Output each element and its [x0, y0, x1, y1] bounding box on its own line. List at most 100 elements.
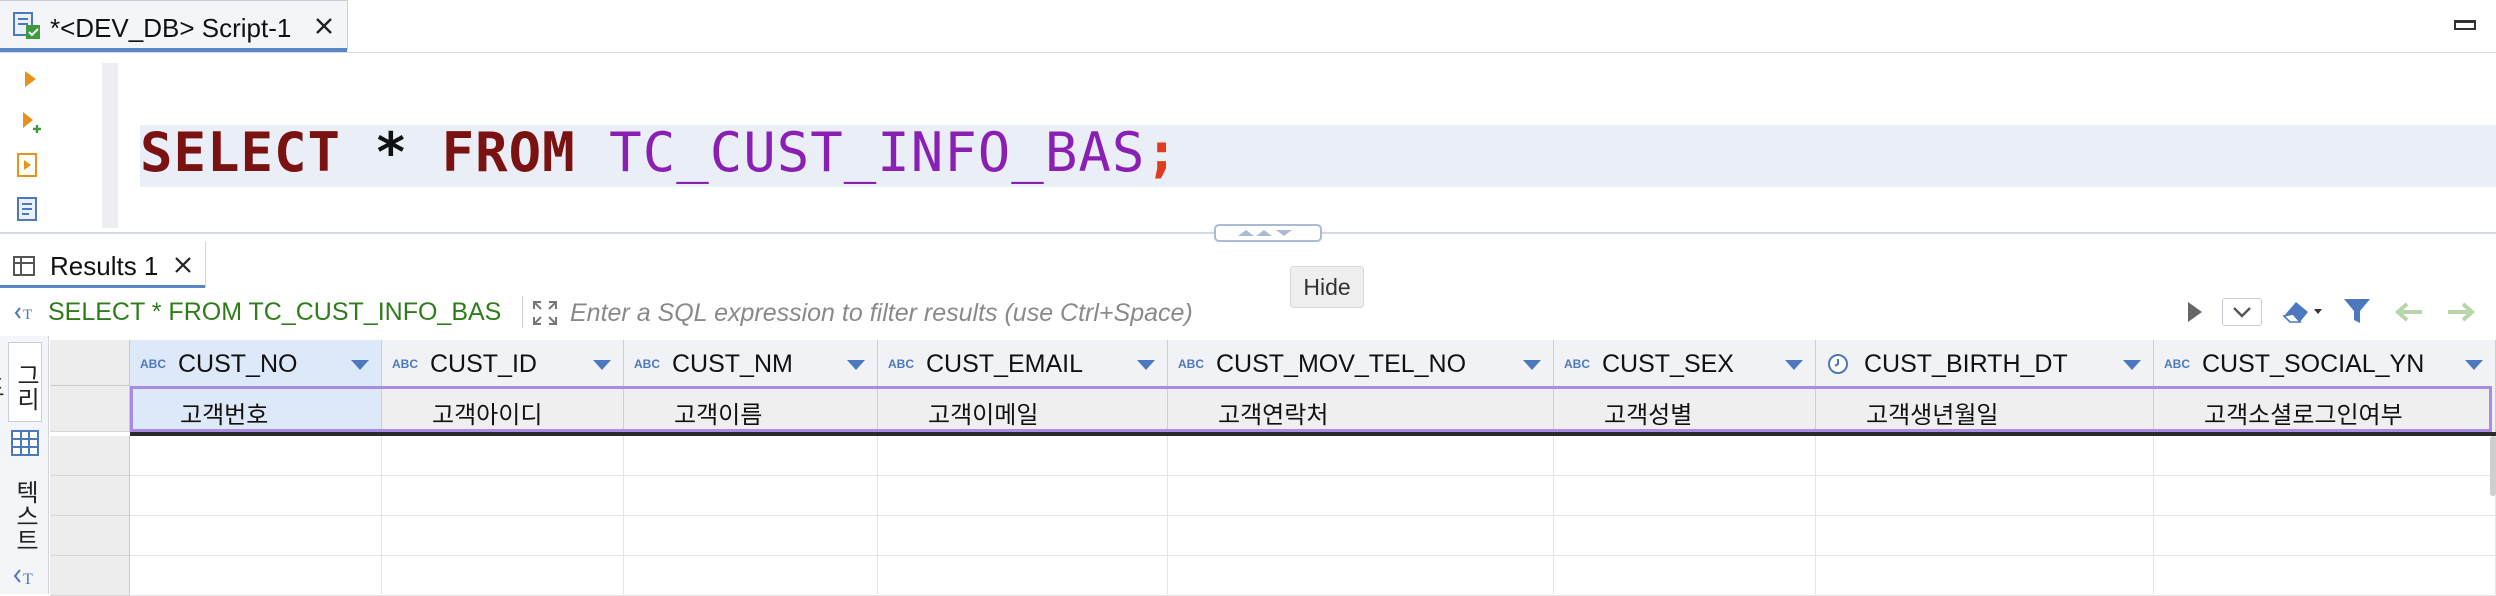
sort-dropdown-icon[interactable]: [351, 360, 369, 370]
expand-icon[interactable]: [530, 298, 560, 328]
cell-value: 고객생년월일: [1866, 401, 1999, 429]
table-cell[interactable]: 고객소셜로그인여부: [2154, 386, 2496, 432]
chevron-down-icon: [2233, 307, 2251, 318]
row-header[interactable]: [50, 386, 130, 432]
minimize-icon[interactable]: [2454, 20, 2476, 30]
cell-value: 고객이메일: [928, 401, 1039, 429]
column-header[interactable]: CUST_BIRTH_DT: [1816, 340, 2154, 386]
editor-tab-bar: *<DEV_DB> Script-1: [0, 0, 2496, 54]
grid-view-label: 그리드: [0, 363, 39, 411]
column-gridline: [1553, 436, 1554, 594]
grid-icon: [13, 256, 35, 276]
clock-icon: [1828, 354, 1848, 374]
column-name: CUST_NM: [672, 350, 793, 378]
results-tab-label: Results 1: [50, 251, 159, 281]
sort-dropdown-icon[interactable]: [1785, 360, 1803, 370]
view-mode-tabs: 그리드 텍스트 T: [0, 336, 49, 594]
close-icon[interactable]: [312, 14, 336, 38]
vertical-scrollbar[interactable]: [2490, 436, 2496, 496]
tab-title: *<DEV_DB> Script-1: [50, 13, 292, 43]
column-gridline: [1167, 436, 1168, 594]
column-header[interactable]: ABC CUST_NO: [130, 340, 382, 386]
string-type-icon: ABC: [1178, 357, 1204, 371]
table-cell[interactable]: 고객번호: [130, 386, 382, 432]
text-view-label: 텍스트: [11, 480, 38, 552]
tab-results-1[interactable]: Results 1: [0, 242, 206, 289]
column-gridline: [2153, 436, 2154, 594]
active-tab-indicator: [0, 48, 347, 52]
table-cell[interactable]: 고객이메일: [878, 386, 1168, 432]
filter-funnel-icon[interactable]: [2340, 294, 2374, 328]
clear-filter-icon[interactable]: [2278, 294, 2326, 328]
column-name: CUST_MOV_TEL_NO: [1216, 350, 1467, 378]
sql-editor[interactable]: SELECT * FROM TC_CUST_INFO_BAS;: [0, 53, 2496, 233]
table-cell[interactable]: 고객생년월일: [1816, 386, 2154, 432]
keyword-select: SELECT: [140, 121, 342, 184]
empty-row: [130, 516, 2496, 556]
column-gridline: [623, 436, 624, 594]
execute-script-icon[interactable]: [14, 151, 42, 179]
sort-dropdown-icon[interactable]: [1523, 360, 1541, 370]
sort-dropdown-icon[interactable]: [2123, 360, 2141, 370]
sort-dropdown-icon[interactable]: [1137, 360, 1155, 370]
string-type-icon: ABC: [634, 357, 660, 371]
tab-text-view[interactable]: 텍스트: [8, 476, 42, 562]
execute-new-tab-icon[interactable]: [16, 107, 44, 135]
empty-row-header: [50, 516, 130, 556]
column-name: CUST_EMAIL: [926, 350, 1083, 378]
explain-plan-icon[interactable]: [14, 195, 42, 223]
apply-filter-icon[interactable]: [2180, 298, 2208, 326]
string-type-icon: ABC: [2164, 357, 2190, 371]
keyword-from: FROM: [441, 121, 576, 184]
string-type-icon: ABC: [888, 357, 914, 371]
table-cell[interactable]: 고객아이디: [382, 386, 624, 432]
forward-icon[interactable]: [2444, 298, 2478, 326]
cell-value: 고객아이디: [432, 401, 543, 429]
empty-row: [130, 436, 2496, 476]
close-icon[interactable]: [172, 254, 194, 276]
cell-value: 고객이름: [674, 401, 763, 429]
ruler-strip: [102, 63, 118, 228]
column-name: CUST_NO: [178, 350, 298, 378]
string-type-icon: ABC: [140, 357, 166, 371]
column-header[interactable]: ABC CUST_ID: [382, 340, 624, 386]
splitter-handle[interactable]: [1214, 224, 1322, 242]
sql-statement[interactable]: SELECT * FROM TC_CUST_INFO_BAS;: [140, 121, 1179, 184]
column-name: CUST_ID: [430, 350, 537, 378]
result-grid[interactable]: ABC CUST_NO ABC CUST_ID ABC CUST_NM ABC CUST_EM…: [50, 336, 2496, 596]
column-header[interactable]: ABC CUST_SOCIAL_YN: [2154, 340, 2496, 386]
cell-value: 고객소셜로그인여부: [2204, 401, 2403, 429]
column-name: CUST_BIRTH_DT: [1864, 350, 2068, 378]
grid-view-icon[interactable]: [10, 428, 40, 458]
text-view-icon[interactable]: T: [12, 564, 38, 590]
cell-value: 고객연락처: [1218, 401, 1329, 429]
filter-history-button[interactable]: [2222, 298, 2262, 326]
empty-row: [130, 556, 2496, 596]
sort-dropdown-icon[interactable]: [593, 360, 611, 370]
column-header[interactable]: ABC CUST_SEX: [1554, 340, 1816, 386]
tab-script-1[interactable]: *<DEV_DB> Script-1: [0, 0, 348, 52]
cell-value: 고객번호: [180, 401, 269, 429]
sort-dropdown-icon[interactable]: [847, 360, 865, 370]
hide-tooltip: Hide: [1290, 266, 1364, 308]
column-header[interactable]: ABC CUST_EMAIL: [878, 340, 1168, 386]
table-cell[interactable]: 고객이름: [624, 386, 878, 432]
string-type-icon: ABC: [392, 357, 418, 371]
filter-input[interactable]: [568, 292, 2272, 334]
column-header[interactable]: ABC CUST_MOV_TEL_NO: [1168, 340, 1554, 386]
string-type-icon: ABC: [1564, 357, 1590, 371]
empty-row-header: [50, 436, 130, 476]
table-cell[interactable]: 고객성별: [1554, 386, 1816, 432]
table-name: TC_CUST_INFO_BAS: [575, 121, 1146, 184]
sort-dropdown-icon[interactable]: [2465, 360, 2483, 370]
collapse-arrows-icon: [1238, 230, 1292, 236]
table-cell[interactable]: 고객연락처: [1168, 386, 1554, 432]
column-header[interactable]: ABC CUST_NM: [624, 340, 878, 386]
execute-statement-icon[interactable]: [16, 65, 44, 93]
back-icon[interactable]: [2392, 298, 2426, 326]
results-tab-bar: Results 1: [0, 242, 2496, 289]
grid-corner[interactable]: [50, 340, 130, 386]
column-name: CUST_SEX: [1602, 350, 1734, 378]
column-gridline: [1815, 436, 1816, 594]
tab-grid-view[interactable]: 그리드: [0, 342, 42, 422]
